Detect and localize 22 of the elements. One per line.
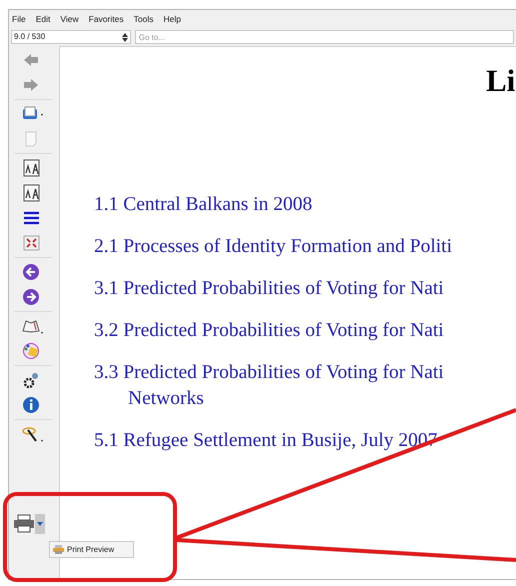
goto-field[interactable]: Go to... [134,30,514,44]
caret-icon [37,522,43,526]
figure-link[interactable]: 2.1 Processes of Identity Formation and Politi [94,234,452,260]
printer-icon[interactable] [13,514,35,534]
menu-item[interactable]: View [60,12,79,26]
menu-item[interactable]: Favorites [88,12,124,26]
figure-link[interactable]: 3.3 Predicted Probabilities of Voting for Nati [94,360,444,386]
menu-item[interactable]: Help [163,12,181,26]
spinner-icon[interactable] [122,32,128,42]
menu-item[interactable]: File [12,12,26,26]
figure-link[interactable]: 3.2 Predicted Probabilities of Voting for Nati [94,318,444,344]
menu-item[interactable]: Edit [36,12,50,26]
magic-wand-icon[interactable] [22,425,44,443]
menu-item[interactable]: Tools [134,12,154,26]
dropdown-button[interactable] [35,514,45,534]
figure-link[interactable]: Networks [94,386,204,412]
figure-link[interactable]: 1.1 Central Balkans in 2008 [94,192,312,218]
figure-link[interactable]: 3.1 Predicted Probabilities of Voting for Nati [94,276,444,302]
print-preview-menu-item[interactable]: Print Preview [49,541,134,558]
printer-icon [53,545,64,554]
page-field[interactable]: 9.0 / 530 [11,30,131,44]
document-title: Li [486,65,516,96]
